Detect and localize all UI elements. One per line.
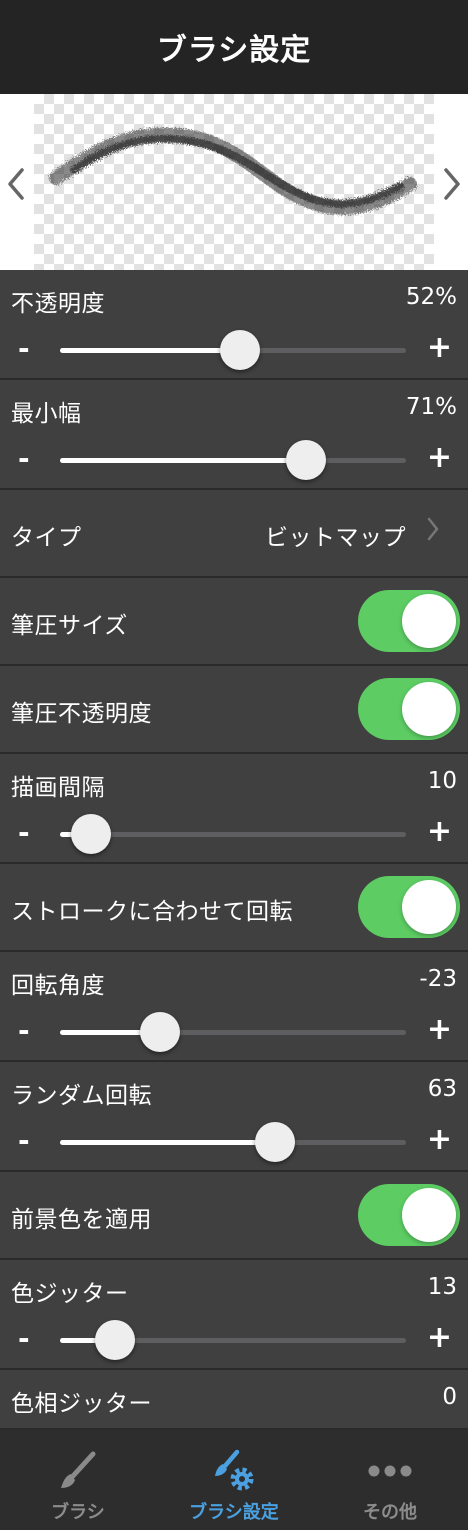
opacity-slider-fill	[60, 348, 240, 353]
tab-bar: ブラシ ブラシ設定 その他	[0, 1430, 468, 1530]
random-rotation-slider[interactable]	[60, 1122, 406, 1162]
opacity-slider[interactable]	[60, 330, 406, 370]
spacing-value: 10	[427, 768, 457, 794]
next-brush-chevron-right-icon[interactable]	[436, 164, 466, 204]
color-jitter-slider[interactable]	[60, 1320, 406, 1360]
spacing-slider[interactable]	[60, 814, 406, 854]
color-jitter-slider-handle[interactable]	[95, 1320, 136, 1360]
hue-jitter-label: 色相ジッター	[11, 1391, 152, 1417]
pressure-size-setting: 筆圧サイズ	[0, 578, 468, 666]
random-rotation-label: ランダム回転	[11, 1083, 152, 1109]
rotation-angle-slider[interactable]	[60, 1012, 406, 1052]
type-setting[interactable]: タイプ ビットマップ	[0, 490, 468, 578]
tab-brush-settings[interactable]: ブラシ設定	[156, 1430, 312, 1530]
min-width-value: 71%	[405, 394, 457, 420]
random-rotation-increase-button[interactable]: +	[427, 1122, 452, 1157]
random-rotation-value: 63	[427, 1076, 457, 1102]
hue-jitter-value: 0	[442, 1384, 457, 1410]
toggle-knob	[402, 1188, 456, 1242]
pressure-size-toggle[interactable]	[358, 590, 460, 652]
pressure-opacity-toggle[interactable]	[358, 678, 460, 740]
random-rotation-decrease-button[interactable]: -	[18, 1124, 30, 1157]
brush-preview	[0, 94, 468, 270]
type-label: タイプ	[11, 525, 82, 551]
foreground-color-setting: 前景色を適用	[0, 1172, 468, 1260]
color-jitter-setting: 色ジッター 13 - +	[0, 1260, 468, 1370]
opacity-decrease-button[interactable]: -	[18, 332, 30, 365]
tab-brush[interactable]: ブラシ	[0, 1430, 156, 1530]
spacing-decrease-button[interactable]: -	[18, 816, 30, 849]
min-width-slider-handle[interactable]	[285, 440, 326, 480]
previous-brush-chevron-left-icon[interactable]	[2, 164, 32, 204]
opacity-increase-button[interactable]: +	[427, 330, 452, 365]
opacity-slider-handle[interactable]	[219, 330, 260, 370]
spacing-slider-handle[interactable]	[71, 814, 112, 854]
tab-brush-settings-label: ブラシ設定	[189, 1502, 279, 1523]
pressure-opacity-label: 筆圧不透明度	[11, 701, 152, 727]
min-width-label: 最小幅	[11, 401, 82, 427]
pressure-size-label: 筆圧サイズ	[11, 613, 128, 639]
rotate-with-stroke-toggle[interactable]	[358, 876, 460, 938]
hue-jitter-setting: 色相ジッター 0	[0, 1370, 468, 1430]
opacity-setting: 不透明度 52% - +	[0, 270, 468, 380]
spacing-label: 描画間隔	[11, 775, 105, 801]
min-width-slider-fill	[60, 458, 306, 463]
spacing-increase-button[interactable]: +	[427, 814, 452, 849]
rotation-angle-slider-handle[interactable]	[140, 1012, 181, 1052]
tab-more-label: その他	[363, 1502, 417, 1523]
opacity-value: 52%	[405, 284, 457, 310]
random-rotation-slider-handle[interactable]	[254, 1122, 295, 1162]
toggle-knob	[402, 880, 456, 934]
rotate-with-stroke-label: ストロークに合わせて回転	[11, 899, 293, 925]
type-value: ビットマップ	[265, 525, 406, 551]
min-width-setting: 最小幅 71% - +	[0, 380, 468, 490]
random-rotation-slider-fill	[60, 1140, 275, 1145]
color-jitter-decrease-button[interactable]: -	[18, 1322, 30, 1355]
color-jitter-label: 色ジッター	[11, 1281, 129, 1307]
rotation-angle-setting: 回転角度 -23 - +	[0, 952, 468, 1062]
brush-settings-icon	[215, 1449, 254, 1491]
rotation-angle-value: -23	[419, 966, 457, 992]
page-title: ブラシ設定	[156, 33, 312, 68]
color-jitter-increase-button[interactable]: +	[427, 1320, 452, 1355]
brush-stroke-preview	[49, 127, 417, 215]
spacing-setting: 描画間隔 10 - +	[0, 754, 468, 864]
foreground-color-label: 前景色を適用	[11, 1207, 152, 1233]
settings-list: 不透明度 52% - + 最小幅 71% - + タイプ ビットマップ 筆圧サイ…	[0, 270, 468, 1430]
color-jitter-value: 13	[427, 1274, 457, 1300]
min-width-decrease-button[interactable]: -	[18, 442, 30, 475]
tab-more[interactable]: その他	[312, 1430, 468, 1530]
title-bar: ブラシ設定	[0, 0, 468, 94]
toggle-knob	[402, 594, 456, 648]
rotate-with-stroke-setting: ストロークに合わせて回転	[0, 864, 468, 952]
min-width-slider[interactable]	[60, 440, 406, 480]
toggle-knob	[402, 682, 456, 736]
random-rotation-setting: ランダム回転 63 - +	[0, 1062, 468, 1172]
opacity-label: 不透明度	[11, 291, 105, 317]
tab-brush-label: ブラシ	[51, 1502, 105, 1523]
rotation-angle-decrease-button[interactable]: -	[18, 1014, 30, 1047]
chevron-right-icon	[427, 517, 439, 541]
more-icon	[368, 1465, 412, 1477]
foreground-color-toggle[interactable]	[358, 1184, 460, 1246]
min-width-increase-button[interactable]: +	[427, 440, 452, 475]
rotation-angle-increase-button[interactable]: +	[427, 1012, 452, 1047]
brush-icon	[61, 1451, 96, 1488]
pressure-opacity-setting: 筆圧不透明度	[0, 666, 468, 754]
rotation-angle-label: 回転角度	[11, 973, 105, 999]
